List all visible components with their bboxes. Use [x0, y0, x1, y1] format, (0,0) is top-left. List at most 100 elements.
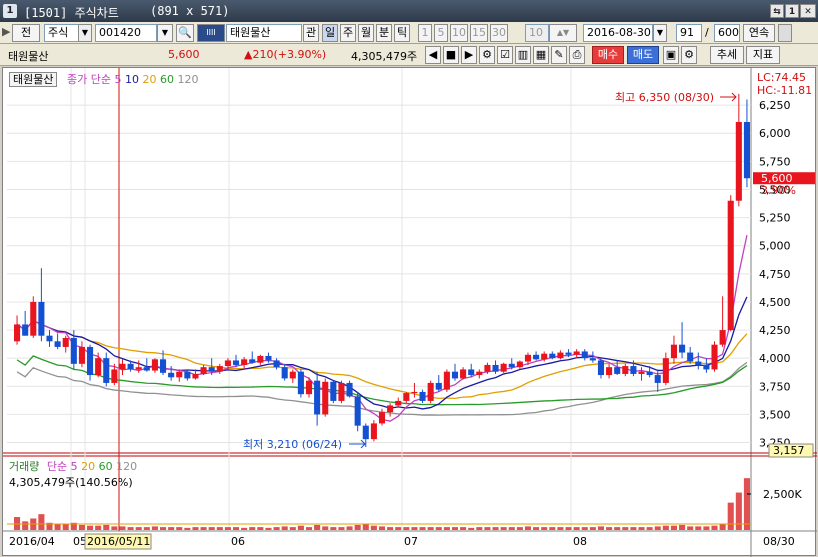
group-one-button[interactable]: 1: [785, 4, 799, 18]
candle-body: [143, 367, 150, 371]
volume-bar: [281, 526, 288, 530]
candle-body: [322, 381, 329, 415]
volume-bar: [549, 527, 556, 530]
stop-icon[interactable]: ■: [443, 46, 459, 64]
candle-body: [297, 371, 304, 395]
period-week[interactable]: 주: [340, 24, 356, 42]
prev-button[interactable]: 전: [12, 24, 40, 42]
candle-body: [403, 393, 410, 401]
candle-body: [192, 373, 199, 379]
stock-list-icon[interactable]: IIII: [197, 24, 225, 42]
indicator-button[interactable]: 지표: [746, 46, 780, 64]
chart-area[interactable]: 6,250 6,000 5,750 5,500 5,250 5,000 4,750 4,500…: [2, 67, 817, 557]
candle-body: [435, 382, 442, 390]
candle-body: [111, 369, 118, 383]
spinner-icon[interactable]: ▲▼: [549, 24, 577, 42]
chevron-down-icon[interactable]: ▼: [157, 24, 173, 42]
volume-bar: [606, 527, 613, 530]
volume-bar: [208, 527, 215, 530]
candle-body: [370, 423, 377, 440]
scroll-left-icon[interactable]: ◀: [425, 46, 441, 64]
grid-icon[interactable]: ▦: [533, 46, 549, 64]
volume-bar: [135, 527, 142, 530]
minute-30[interactable]: 30: [490, 24, 508, 42]
candle-body: [411, 391, 418, 394]
volume-bar: [557, 527, 564, 530]
volume-bar: [143, 527, 150, 530]
save-icon[interactable]: ▣: [663, 46, 679, 64]
sell-button[interactable]: 매도: [627, 46, 659, 64]
checkbox-icon[interactable]: ☑: [497, 46, 513, 64]
info-price: 5,600: [168, 48, 200, 61]
minute-5[interactable]: 5: [434, 24, 448, 42]
stock-name-field[interactable]: 태원물산: [226, 24, 302, 42]
watch-button[interactable]: 관: [303, 24, 319, 42]
candle-body: [395, 400, 402, 406]
candle-body: [654, 375, 661, 383]
minute-1[interactable]: 1: [418, 24, 432, 42]
volume-bar: [460, 527, 467, 530]
volume-bar: [249, 527, 256, 530]
date-input[interactable]: 2016-08-30: [583, 24, 653, 42]
candle-body: [232, 360, 240, 365]
chevron-down-icon[interactable]: ▼: [653, 24, 667, 42]
minute-10[interactable]: 10: [450, 24, 468, 42]
candle-body: [606, 367, 613, 376]
volume-bar: [630, 527, 637, 530]
minute-value[interactable]: 10: [525, 24, 549, 42]
period-day[interactable]: 일: [322, 24, 338, 42]
print-icon[interactable]: ⎙: [569, 46, 585, 64]
candle-body: [314, 380, 321, 415]
y-tick-label: 6,000: [759, 127, 791, 140]
period-month[interactable]: 월: [358, 24, 374, 42]
close-icon[interactable]: ✕: [800, 4, 816, 18]
period-tick[interactable]: 틱: [394, 24, 410, 42]
period-minute[interactable]: 분: [376, 24, 392, 42]
candle-body: [200, 367, 207, 374]
edit-icon[interactable]: ✎: [551, 46, 567, 64]
continuous-button[interactable]: 연속: [743, 24, 775, 42]
title-bar[interactable]: 1 [1501] 주식차트 (891 x 571) ⇆ 1 ✕: [0, 0, 818, 22]
low-arrow-icon: [349, 439, 366, 449]
candle-body: [476, 371, 483, 376]
volume-bar: [362, 524, 369, 530]
candle-body: [670, 344, 677, 359]
candle-body: [427, 382, 434, 401]
x-tick-label: 06: [231, 535, 245, 548]
candle-body: [70, 337, 77, 364]
candle-body: [679, 344, 686, 353]
x-tick-label: 08/30: [763, 535, 795, 548]
candle-body: [387, 405, 394, 413]
search-icon[interactable]: 🔍: [176, 24, 194, 42]
scroll-up-icon[interactable]: [778, 24, 792, 42]
volume-bar: [687, 526, 694, 530]
chevron-down-icon[interactable]: ▼: [78, 24, 92, 42]
code-input[interactable]: 001420: [95, 24, 157, 42]
count-input[interactable]: 91: [676, 24, 702, 42]
play-icon[interactable]: ▶: [2, 24, 10, 42]
buy-button[interactable]: 매수: [592, 46, 624, 64]
volume-legend: 거래량 단순 5 20 60 120 4,305,479주(140.56%): [9, 458, 137, 490]
volume-bar: [370, 525, 377, 530]
hc-label: HC:-11.81: [757, 84, 812, 97]
settings-icon[interactable]: ⚙: [479, 46, 495, 64]
chart-window: 1 [1501] 주식차트 (891 x 571) ⇆ 1 ✕ ▶ 전 주식 ▼…: [0, 0, 818, 557]
lc-label: LC:74.45: [757, 71, 806, 84]
bars-icon[interactable]: ▥: [515, 46, 531, 64]
candle-body: [54, 341, 61, 347]
y-tick-label: 4,000: [759, 352, 791, 365]
scroll-right-icon[interactable]: ▶: [461, 46, 477, 64]
volume-bar: [524, 526, 532, 530]
candle-body: [184, 371, 191, 379]
total-input[interactable]: 600: [714, 24, 740, 42]
volume-bar: [354, 524, 361, 530]
x-tick-label: 07: [404, 535, 418, 548]
minute-15[interactable]: 15: [470, 24, 488, 42]
link-icon[interactable]: ⇆: [770, 4, 784, 18]
window-size: (891 x 571): [150, 4, 230, 18]
gear-icon[interactable]: ⚙: [681, 46, 697, 64]
legend-ma60: 60: [159, 73, 174, 86]
volume-bar: [443, 527, 450, 530]
candle-body: [451, 371, 459, 379]
trend-button[interactable]: 추세: [710, 46, 744, 64]
